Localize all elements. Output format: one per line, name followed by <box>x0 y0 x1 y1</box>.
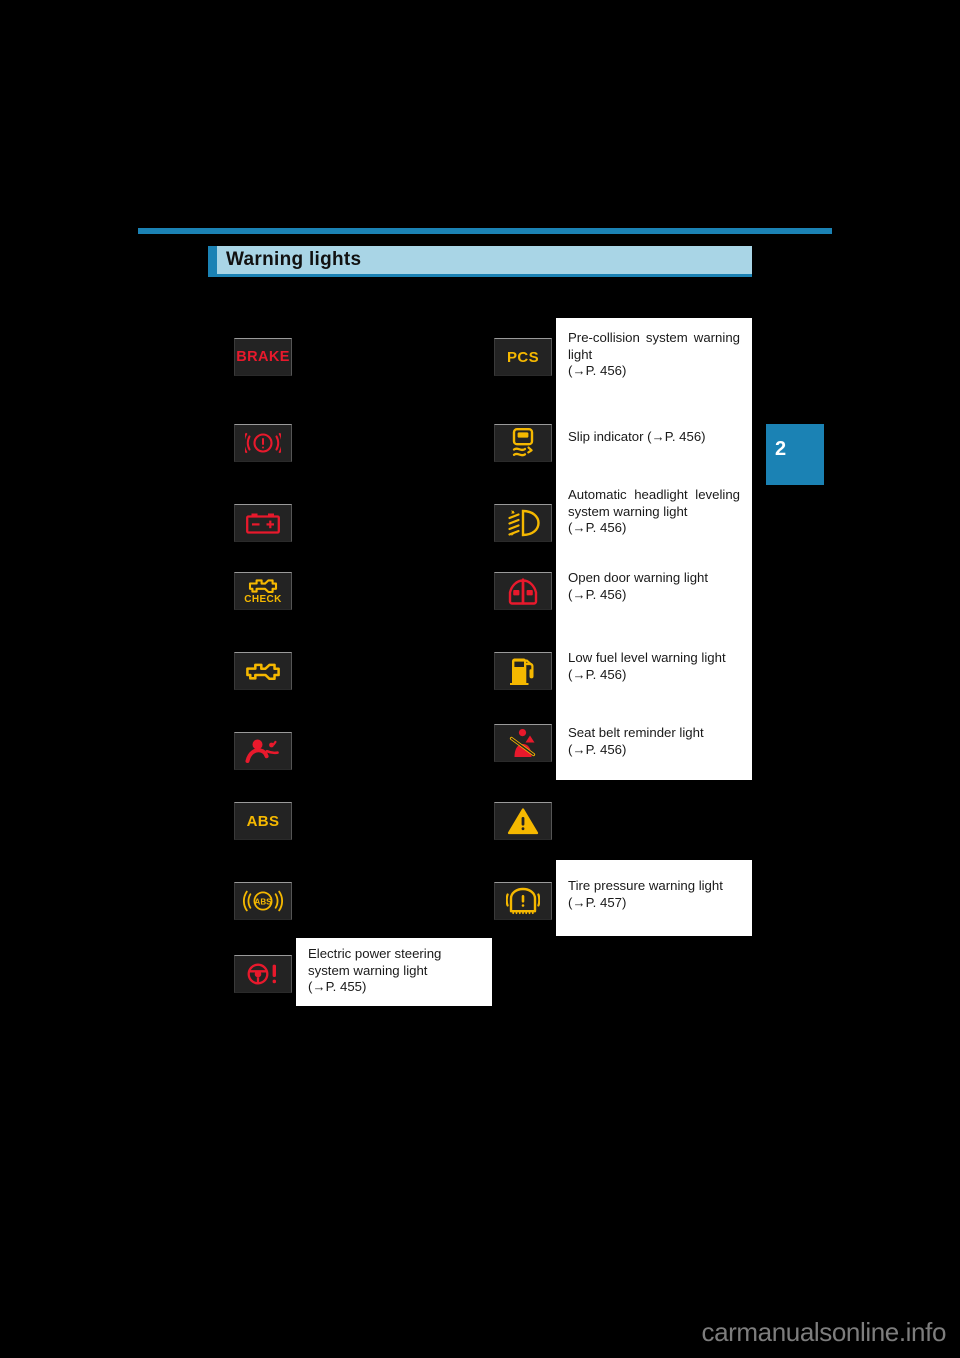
chapter-number-label: 2 <box>775 438 787 460</box>
seat-belt-reminder-icon <box>494 724 552 762</box>
manual-page: Warning lights 2 BRAKE CHECK ABS ABS PCS… <box>0 0 960 1358</box>
svg-text:ABS: ABS <box>255 898 273 907</box>
abs-warning-label: ABS <box>246 812 280 830</box>
slip-indicator-icon <box>494 424 552 462</box>
page-title: Warning lights <box>226 249 362 270</box>
eps-description: Electric power steering system warning l… <box>308 946 442 994</box>
brake-assist-abs-circle-icon: ABS <box>234 882 292 920</box>
electric-power-steering-icon <box>234 955 292 993</box>
abs-warning-light-icon: ABS <box>234 802 292 840</box>
low-fuel-level-icon <box>494 652 552 690</box>
headlight-leveling-description: Automatic headlight leveling system warn… <box>568 487 740 535</box>
slip-indicator-description: Slip indicator (→P. 456) <box>568 429 706 444</box>
tire-pressure-description: Tire pressure warning light (→P. 457) <box>568 878 723 910</box>
chapter-number-tab: 2 <box>766 424 824 485</box>
brake-system-circle-exclamation-icon <box>234 424 292 462</box>
right-descriptions-panel <box>556 318 752 780</box>
malfunction-indicator-engine-icon <box>234 652 292 690</box>
check-engine-label: CHECK <box>244 594 282 605</box>
pre-collision-pcs-icon: PCS <box>494 338 552 376</box>
open-door-warning-icon <box>494 572 552 610</box>
brake-warning-light-icon: BRAKE <box>234 338 292 376</box>
header-accent-rule <box>138 228 832 234</box>
srs-airbag-warning-icon <box>234 732 292 770</box>
charging-system-battery-icon <box>234 504 292 542</box>
pcs-label: PCS <box>506 348 540 366</box>
pre-collision-description: Pre-collision system warning light (→P. 4… <box>568 330 740 378</box>
automatic-headlight-leveling-icon <box>494 504 552 542</box>
site-watermark: carmanualsonline.info <box>701 1317 946 1347</box>
seat-belt-description: Seat belt reminder light (→P. 456) <box>568 725 704 757</box>
section-header-tab <box>208 246 217 274</box>
open-door-description: Open door warning light (→P. 456) <box>568 570 709 602</box>
section-header: Warning lights <box>208 246 752 277</box>
brake-warning-label: BRAKE <box>236 349 290 365</box>
master-warning-triangle-icon <box>494 802 552 840</box>
low-fuel-description: Low fuel level warning light (→P. 456) <box>568 650 726 682</box>
tire-pressure-warning-icon <box>494 882 552 920</box>
check-engine-check-icon: CHECK <box>234 572 292 610</box>
